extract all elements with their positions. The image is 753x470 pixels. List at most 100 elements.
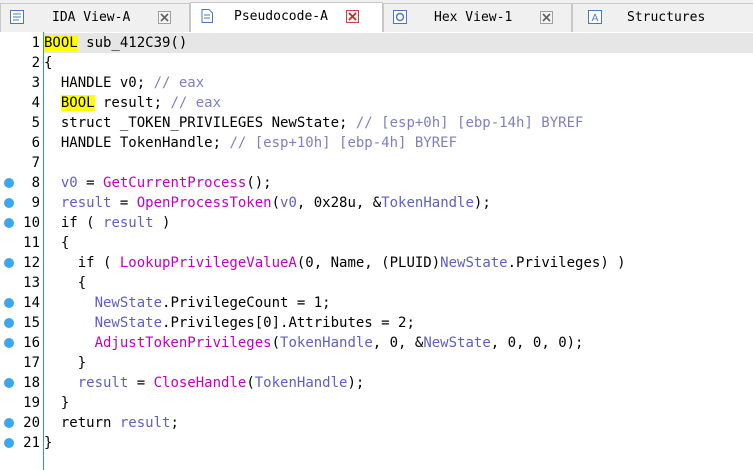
code-text: result = OpenProcessToken(v0, 0x28u, &To… bbox=[44, 193, 491, 213]
code-line[interactable]: 14 NewState.PrivilegeCount = 1; bbox=[0, 293, 753, 313]
tab-ida-view-a[interactable]: IDA View-A bbox=[0, 3, 190, 32]
line-number: 18 bbox=[23, 375, 40, 391]
code-line[interactable]: 20 return result; bbox=[0, 413, 753, 433]
code-text: { bbox=[44, 273, 86, 293]
code-token: TokenHandle bbox=[254, 375, 348, 391]
code-token: BOOL bbox=[60, 95, 95, 111]
tab-label: Structures bbox=[627, 10, 706, 25]
code-line[interactable]: 12 if ( LookupPrivilegeValueA(0, Name, (… bbox=[0, 253, 753, 273]
breakpoint-dot-icon[interactable] bbox=[4, 178, 14, 188]
code-line[interactable]: 6 HANDLE TokenHandle; // [esp+10h] [ebp-… bbox=[0, 133, 753, 153]
line-number: 10 bbox=[23, 215, 40, 231]
code-text: HANDLE TokenHandle; // [esp+10h] [ebp-4h… bbox=[44, 133, 457, 153]
code-text: result = CloseHandle(TokenHandle); bbox=[44, 373, 365, 393]
code-token: GetCurrentProcess bbox=[103, 175, 247, 191]
line-number: 19 bbox=[23, 395, 40, 411]
code-token: NewState bbox=[94, 295, 163, 311]
breakpoint-dot-icon[interactable] bbox=[4, 298, 14, 308]
code-token: ( bbox=[246, 375, 255, 391]
code-token: OpenProcessToken bbox=[136, 195, 272, 211]
close-icon[interactable] bbox=[158, 11, 171, 24]
code-text: } bbox=[44, 433, 52, 453]
code-line[interactable]: 1 BOOL sub_412C39() bbox=[0, 33, 753, 53]
breakpoint-dot-icon[interactable] bbox=[4, 438, 14, 448]
code-token: } bbox=[44, 395, 70, 411]
code-line[interactable]: 4 BOOL result; // eax bbox=[0, 93, 753, 113]
pseudocode-view[interactable]: 1 BOOL sub_412C39() 2{3 HANDLE v0; // eax 4… bbox=[0, 32, 753, 470]
line-number: 8 bbox=[31, 175, 40, 191]
code-token: ) bbox=[153, 215, 171, 231]
code-text: v0 = GetCurrentProcess(); bbox=[44, 173, 272, 193]
code-line[interactable]: 5 struct _TOKEN_PRIVILEGES NewState; // … bbox=[0, 113, 753, 133]
code-line[interactable]: 8 v0 = GetCurrentProcess(); bbox=[0, 173, 753, 193]
breakpoint-dot-icon[interactable] bbox=[4, 318, 14, 328]
code-line[interactable]: 19 } bbox=[0, 393, 753, 413]
code-line[interactable]: 9 result = OpenProcessToken(v0, 0x28u, &… bbox=[0, 193, 753, 213]
code-token: v0 bbox=[280, 195, 297, 211]
code-line[interactable]: 7 bbox=[0, 153, 753, 173]
structures-icon: A bbox=[588, 10, 602, 24]
line-number: 14 bbox=[23, 295, 40, 311]
code-line[interactable]: 21} bbox=[0, 433, 753, 453]
code-text: NewState.PrivilegeCount = 1; bbox=[44, 293, 331, 313]
code-token: BOOL bbox=[44, 35, 78, 51]
code-line[interactable]: 10 if ( result ) bbox=[0, 213, 753, 233]
line-number: 4 bbox=[31, 95, 40, 111]
line-number: 9 bbox=[31, 195, 40, 211]
code-text: AdjustTokenPrivileges(TokenHandle, 0, &N… bbox=[44, 333, 584, 353]
code-token: CloseHandle bbox=[153, 375, 247, 391]
code-token: result bbox=[77, 375, 129, 391]
code-token: { bbox=[44, 275, 87, 291]
code-token: HANDLE v0; bbox=[44, 75, 154, 91]
code-line[interactable]: 18 result = CloseHandle(TokenHandle); bbox=[0, 373, 753, 393]
tab-label: Pseudocode-A bbox=[234, 9, 328, 24]
code-token: .Privileges) ) bbox=[507, 255, 626, 271]
code-token: NewState bbox=[423, 335, 491, 351]
breakpoint-dot-icon[interactable] bbox=[4, 258, 14, 268]
code-token: // eax bbox=[153, 75, 205, 91]
code-text: } bbox=[44, 393, 69, 413]
code-token: v0 bbox=[60, 175, 78, 191]
code-token: .Privileges[0].Attributes = 2; bbox=[162, 315, 415, 331]
line-number: 17 bbox=[23, 355, 40, 371]
code-line[interactable]: 3 HANDLE v0; // eax bbox=[0, 73, 753, 93]
line-number: 21 bbox=[23, 435, 40, 451]
breakpoint-dot-icon[interactable] bbox=[4, 198, 14, 208]
code-token: (0, Name, (PLUID) bbox=[296, 255, 441, 271]
breakpoint-dot-icon[interactable] bbox=[4, 378, 14, 388]
code-token: ; bbox=[170, 415, 179, 431]
tab-structures[interactable]: A Structures bbox=[572, 3, 753, 32]
breakpoint-dot-icon[interactable] bbox=[4, 418, 14, 428]
tab-hex-view-1[interactable]: Hex View-1 bbox=[383, 3, 572, 32]
code-text: BOOL sub_412C39() bbox=[44, 33, 187, 53]
code-line[interactable]: 17 } bbox=[0, 353, 753, 373]
code-text: { bbox=[44, 233, 69, 253]
code-line[interactable]: 11 { bbox=[0, 233, 753, 253]
code-line[interactable]: 16 AdjustTokenPrivileges(TokenHandle, 0,… bbox=[0, 333, 753, 353]
close-icon[interactable] bbox=[346, 10, 359, 23]
code-token: struct _TOKEN_PRIVILEGES NewState; bbox=[44, 115, 356, 131]
code-line[interactable]: 15 NewState.Privileges[0].Attributes = 2… bbox=[0, 313, 753, 333]
tab-bar: IDA View-A Pseudocode-A Hex View-1 A Str… bbox=[0, 0, 753, 32]
code-token: result bbox=[60, 195, 112, 211]
breakpoint-dot-icon[interactable] bbox=[4, 218, 14, 228]
code-token: , 0, 0, 0); bbox=[490, 335, 584, 351]
code-token: } bbox=[44, 355, 87, 371]
tab-pseudocode-a[interactable]: Pseudocode-A bbox=[190, 2, 383, 32]
line-number: 20 bbox=[23, 415, 40, 431]
code-line[interactable]: 2{ bbox=[0, 53, 753, 73]
svg-text:A: A bbox=[592, 13, 599, 24]
code-text: } bbox=[44, 353, 86, 373]
code-line[interactable]: 13 { bbox=[0, 273, 753, 293]
hex-view-icon bbox=[393, 10, 407, 24]
code-text: if ( result ) bbox=[44, 213, 171, 233]
close-icon[interactable] bbox=[540, 11, 553, 24]
code-token: return bbox=[44, 415, 120, 431]
code-token: , 0x28u, & bbox=[296, 195, 382, 211]
breakpoint-dot-icon[interactable] bbox=[4, 338, 14, 348]
code-token: = bbox=[128, 375, 154, 391]
code-text: NewState.Privileges[0].Attributes = 2; bbox=[44, 313, 415, 333]
